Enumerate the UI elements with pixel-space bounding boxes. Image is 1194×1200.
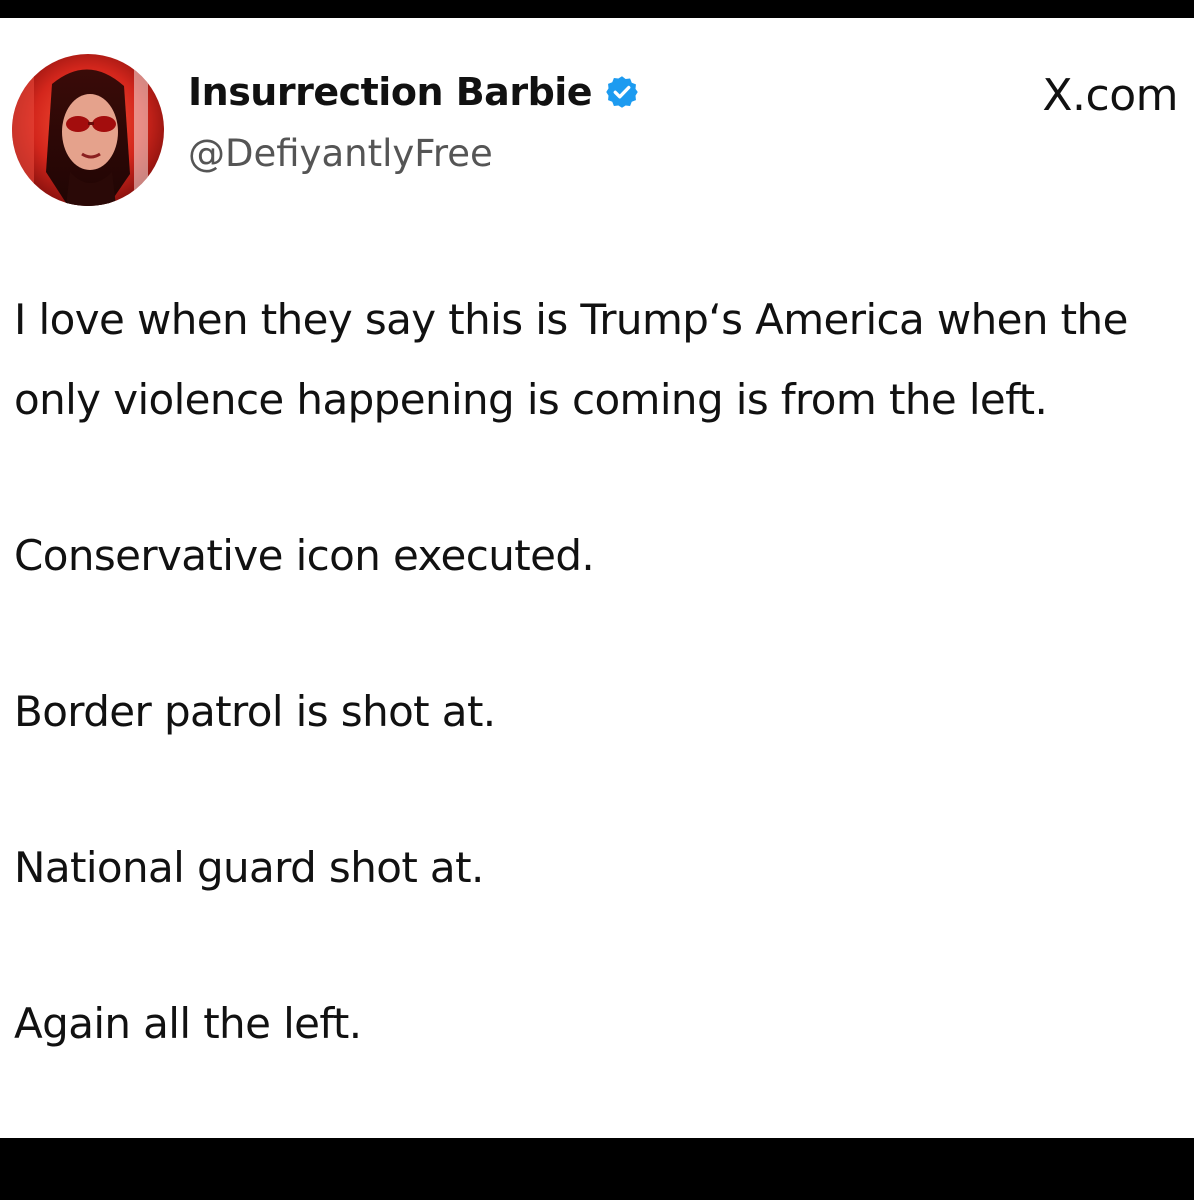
author-name-text: Insurrection Barbie	[188, 70, 593, 114]
avatar-photo	[12, 54, 164, 206]
tweet-paragraph: Border patrol is shot at.	[14, 687, 496, 736]
tweet-paragraph: I love when they say this is Trump‘s Ame…	[14, 295, 1128, 424]
author-display-name[interactable]: Insurrection Barbie	[188, 70, 640, 114]
author-avatar[interactable]	[12, 54, 164, 206]
tweet-card: Insurrection Barbie @DefiyantlyFree X.co…	[0, 18, 1194, 1138]
tweet-paragraph: National guard shot at.	[14, 843, 484, 892]
tweet-paragraph: Again all the left.	[14, 999, 362, 1048]
author-handle[interactable]: @DefiyantlyFree	[188, 132, 493, 175]
source-label: X.com	[1042, 70, 1178, 121]
tweet-text: I love when they say this is Trump‘s Ame…	[14, 280, 1184, 1064]
tweet-paragraph: Conservative icon executed.	[14, 531, 595, 580]
image-frame: Insurrection Barbie @DefiyantlyFree X.co…	[0, 0, 1194, 1200]
verified-badge-icon	[604, 74, 640, 110]
